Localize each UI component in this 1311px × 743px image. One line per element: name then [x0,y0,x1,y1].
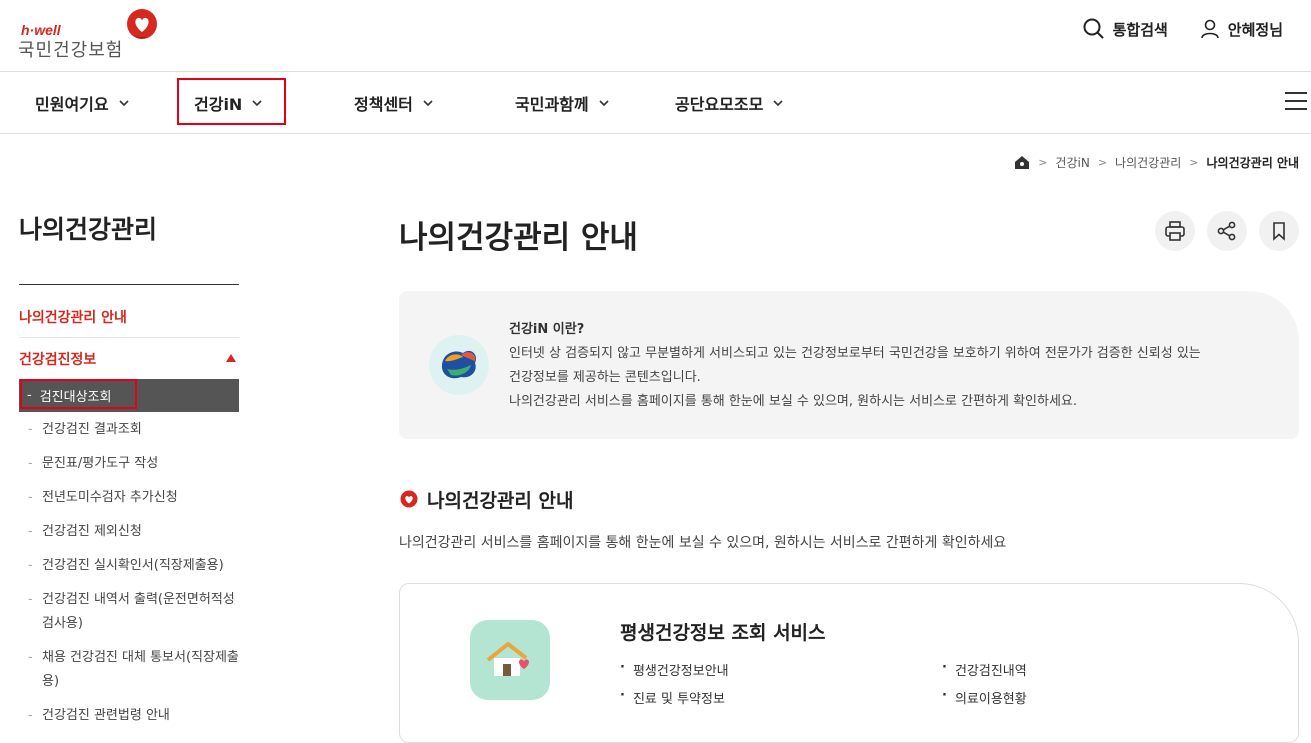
breadcrumb-item[interactable]: 나의건강관리 [1115,154,1181,171]
card-link[interactable]: · 평생건강정보안내 [620,660,729,679]
info-icon [429,335,489,395]
gnb-item-together[interactable]: 국민과함께 [515,72,609,133]
bullet-icon: · [620,688,625,703]
chevron-down-icon [119,99,129,106]
sidebar-item-checkup[interactable]: 건강검진정보 [19,349,96,369]
sidebar-title: 나의건강관리 [19,215,158,244]
chevron-down-icon [773,99,783,106]
info-line: 건강정보를 제공하는 콘텐츠입니다. [509,370,701,385]
home-health-icon [470,620,550,700]
logo-title: 국민건강보험 [18,40,124,61]
card-link[interactable]: · 진료 및 투약정보 [620,688,725,707]
sidebar-subitem-label: 건강검진 내역서 출력(운전면허적성검사용) [42,592,235,631]
sidebar-subitem-label: 건강검진 실시확인서(직장제출용) [42,558,224,573]
bullet-icon: · [942,660,947,675]
sidebar-subitem-label: 전년도미수검자 추가신청 [42,490,178,505]
gnb-label: 민원여기요 [35,94,109,114]
gnb-item-about[interactable]: 공단요모조모 [675,72,783,133]
sidebar-subitem-label: 문진표/평가도구 작성 [42,456,159,471]
user-menu-button[interactable]: 안혜정님 [1200,19,1283,40]
sidebar-subitem[interactable]: - 건강검진 결과조회 [28,418,240,442]
sidebar-subitem[interactable]: - 건강검진 실시확인서(직장제출용) [28,554,240,578]
dash-icon: - [28,708,33,723]
card-link-label: 의료이용현황 [954,692,1027,707]
print-icon [1165,221,1185,241]
search-label: 통합검색 [1112,20,1168,39]
dash-icon: - [28,558,33,573]
card-link-label: 진료 및 투약정보 [632,692,725,707]
gnb-label: 국민과함께 [515,94,589,114]
divider [19,284,239,285]
dash-icon: - [28,422,33,437]
section-title: 나의건강관리 안내 [427,490,574,512]
gnb-item-policy[interactable]: 정책센터 [354,72,433,133]
chevron-right-icon: > [1189,156,1199,169]
info-line: 인터넷 상 검증되지 않고 무분별하게 서비스되고 있는 건강정보로부터 국민건… [509,346,1201,361]
bullet-icon: · [620,660,625,675]
main-navigation: 민원여기요 건강iN 정책센터 국민과함께 공단요모조모 [0,72,1311,134]
sidebar-subitem[interactable]: - 건강검진 내역서 출력(운전면허적성검사용) [28,588,240,636]
sidebar-subitem-label: 건강검진 제외신청 [42,524,142,539]
search-icon [1083,18,1104,39]
breadcrumb: > 건강iN > 나의건강관리 > 나의건강관리 안내 [1014,154,1299,171]
home-icon[interactable] [1014,155,1030,170]
section-description: 나의건강관리 서비스를 홈페이지를 통해 한눈에 보실 수 있으며, 원하시는 … [399,535,1007,551]
collapse-arrow-icon[interactable] [226,354,236,362]
dash-icon: - [28,650,33,665]
dash-icon: - [28,490,33,505]
sidebar-sublist: - 건강검진 결과조회 - 문진표/평가도구 작성 - 전년도미수검자 추가신청 -건… [28,418,240,738]
user-name: 안혜정님 [1227,20,1283,39]
service-card: 평생건강정보 조회 서비스 · 평생건강정보안내 · 건강검진내역 · 진료 및… [399,583,1299,743]
heart-bullet-icon [400,490,418,507]
sidebar-subitem[interactable]: - 채용 건강검진 대체 통보서(직장제출용) [28,646,240,694]
bullet-icon: · [942,688,947,703]
heart-logo-icon [127,9,157,39]
sidebar-subitem-label: 건강검진 결과조회 [42,422,142,437]
sidebar-subitem-label: 건강검진 관련법령 안내 [42,708,170,723]
breadcrumb-current: 나의건강관리 안내 [1206,156,1300,170]
info-line: 나의건강관리 서비스를 홈페이지를 통해 한눈에 보실 수 있으며, 원하시는 … [509,394,1078,409]
gnb-label: 공단요모조모 [675,94,764,114]
highlight-box [177,78,286,125]
gnb-item-civil[interactable]: 민원여기요 [35,72,129,133]
dash-icon: - [28,524,33,539]
highlight-box [20,379,137,409]
chevron-right-icon: > [1038,156,1048,169]
print-button[interactable] [1155,211,1195,251]
card-link[interactable]: · 건강검진내역 [942,660,1027,679]
user-icon [1200,19,1219,39]
share-button[interactable] [1207,211,1247,251]
chevron-down-icon [599,99,609,106]
dash-icon: - [28,592,33,607]
search-button[interactable]: 통합검색 [1083,18,1168,40]
menu-icon[interactable] [1285,92,1307,110]
info-box: 건강iN 이란? 인터넷 상 검증되지 않고 무분별하게 서비스되고 있는 건강… [399,291,1299,439]
card-title: 평생건강정보 조회 서비스 [620,622,826,644]
bookmark-button[interactable] [1259,211,1299,251]
gnb-label: 정책센터 [354,94,413,114]
card-link-label: 평생건강정보안내 [632,664,729,679]
chevron-down-icon [423,99,433,106]
site-logo[interactable]: h·well 국민건강보험 [18,8,168,64]
sidebar-subitem[interactable]: - 건강검진 관련법령 안내 [28,704,240,728]
sidebar-item-guide[interactable]: 나의건강관리 안내 [19,307,127,327]
info-question: 건강iN 이란? [509,322,585,337]
sidebar-subitem[interactable]: - 문진표/평가도구 작성 [28,452,240,476]
info-text: 건강iN 이란? 인터넷 상 검증되지 않고 무분별하게 서비스되고 있는 건강… [509,318,1279,414]
dash-icon: - [28,456,33,471]
sidebar-subitem[interactable]: - 전년도미수검자 추가신청 [28,486,240,510]
divider [19,337,239,338]
site-header: h·well 국민건강보험 통합검색 안혜정님 [0,0,1311,72]
sidebar-subitem-label: 채용 건강검진 대체 통보서(직장제출용) [42,650,239,689]
chevron-right-icon: > [1097,156,1108,169]
card-link[interactable]: · 의료이용현황 [942,688,1027,707]
bookmark-icon [1273,222,1285,241]
share-icon [1217,221,1236,241]
sidebar-subitem[interactable]: - 건강검진 제외신청 [28,520,240,544]
section-heading: 나의건강관리 안내 [399,486,573,513]
page-title: 나의건강관리 안내 [399,220,638,256]
breadcrumb-item[interactable]: 건강iN [1055,154,1089,171]
card-link-label: 건강검진내역 [954,664,1027,679]
